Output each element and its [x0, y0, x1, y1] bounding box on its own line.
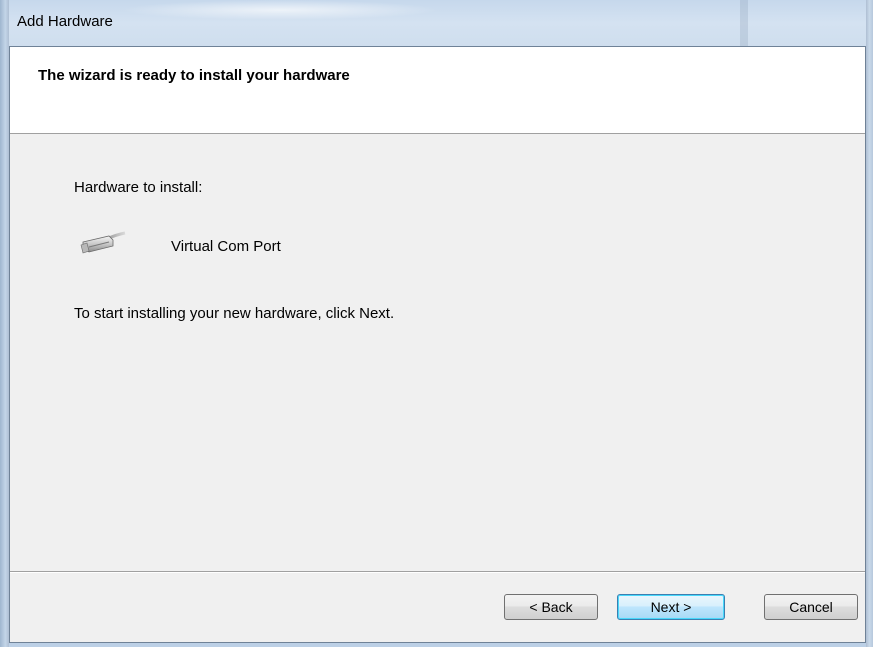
serial-port-icon — [80, 231, 126, 254]
frame-bar — [740, 0, 748, 46]
hardware-label: Hardware to install: — [74, 179, 203, 196]
title-glow — [120, 0, 440, 20]
wizard-header: The wizard is ready to install your hard… — [10, 47, 865, 134]
back-button[interactable]: < Back — [504, 594, 598, 620]
wizard-footer: < Back Next > Cancel — [10, 573, 865, 642]
next-button[interactable]: Next > — [617, 594, 725, 620]
window-frame-right — [866, 0, 873, 647]
window-frame-top: Add Hardware — [0, 0, 873, 46]
window-frame-left — [0, 0, 9, 647]
device-name: Virtual Com Port — [171, 238, 281, 255]
window-title: Add Hardware — [17, 13, 113, 30]
cancel-button[interactable]: Cancel — [764, 594, 858, 620]
wizard-header-title: The wizard is ready to install your hard… — [38, 67, 350, 84]
instruction-text: To start installing your new hardware, c… — [74, 305, 395, 322]
wizard-body: Hardware to install: Virtual Com Port To… — [10, 134, 865, 570]
wizard-dialog: The wizard is ready to install your hard… — [9, 46, 866, 643]
